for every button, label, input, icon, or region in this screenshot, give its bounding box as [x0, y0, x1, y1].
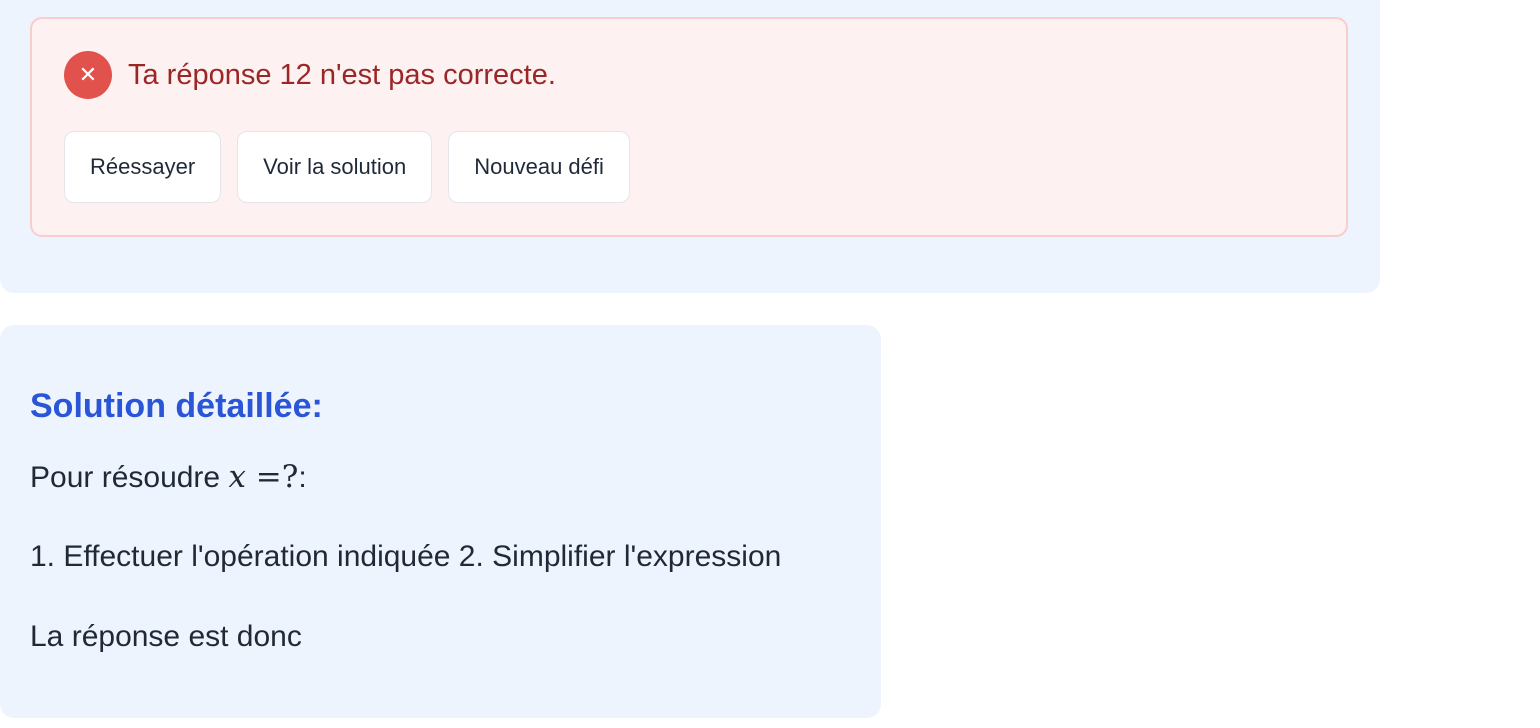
close-icon: ✕ — [64, 51, 112, 99]
solution-title: Solution détaillée: — [30, 387, 323, 425]
solution-steps: 1. Effectuer l'opération indiquée 2. Sim… — [30, 540, 782, 573]
incorrect-answer-alert: ✕ Ta réponse 12 n'est pas correcte. Rées… — [30, 17, 1348, 237]
solution-panel: Solution détaillée: Pour résoudre x =?: … — [0, 325, 881, 718]
math-variable: x — [228, 459, 246, 495]
show-solution-button[interactable]: Voir la solution — [237, 131, 433, 203]
math-equals-unknown: =? — [245, 459, 299, 495]
solution-conclusion: La réponse est donc — [30, 620, 302, 653]
solution-intro: Pour résoudre x =?: — [30, 459, 307, 495]
alert-message: Ta réponse 12 n'est pas correcte. — [128, 58, 556, 91]
retry-button[interactable]: Réessayer — [64, 131, 222, 203]
new-challenge-button[interactable]: Nouveau défi — [448, 131, 630, 203]
solution-intro-prefix: Pour résoudre — [30, 461, 229, 494]
alert-actions: Réessayer Voir la solution Nouveau défi — [64, 131, 630, 203]
math-expression: x =? — [228, 459, 298, 495]
solution-intro-suffix: : — [298, 461, 307, 494]
alert-header: ✕ Ta réponse 12 n'est pas correcte. — [64, 51, 556, 99]
